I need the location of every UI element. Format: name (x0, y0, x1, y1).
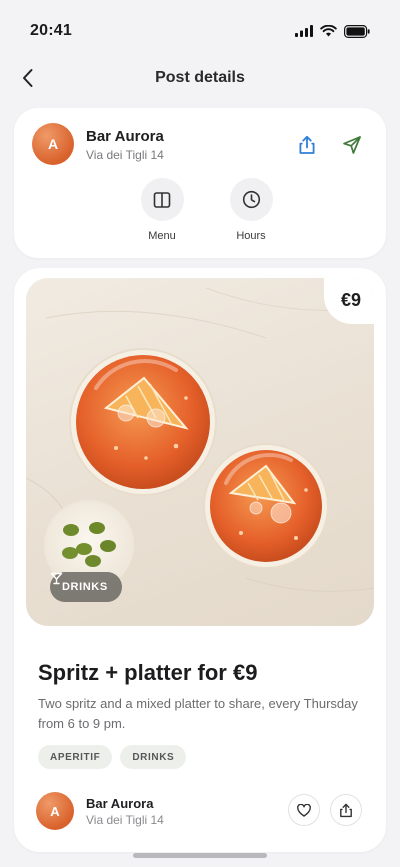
post-image[interactable]: €9 DRINKS (26, 278, 374, 626)
hours-action-circle[interactable] (229, 178, 273, 221)
menu-action[interactable]: Menu (127, 178, 197, 244)
back-button[interactable] (14, 64, 42, 92)
clock-icon (242, 190, 260, 209)
share-icon (299, 135, 315, 154)
author-name[interactable]: Bar Aurora (86, 796, 153, 811)
menu-action-label: Menu (148, 230, 176, 242)
tag-drinks[interactable]: DRINKS (120, 745, 187, 769)
venue-card: A Bar Aurora Via dei Tigli 14 Menu Hours (14, 108, 386, 258)
hours-action[interactable]: Hours (216, 178, 286, 244)
home-indicator (133, 853, 267, 858)
venue-name[interactable]: Bar Aurora (86, 128, 164, 145)
like-button[interactable] (288, 794, 320, 826)
venue-address: Via dei Tigli 14 (86, 148, 164, 162)
share-post-button[interactable] (330, 794, 362, 826)
navigate-arrow-icon (343, 136, 361, 154)
post-card: €9 DRINKS Spritz + platter for €9 Two sp… (14, 268, 386, 852)
wifi-icon (320, 25, 337, 37)
category-chip[interactable]: DRINKS (50, 572, 122, 602)
heart-icon (297, 803, 311, 817)
author-avatar[interactable]: A (36, 792, 74, 830)
nav-bar: Post details (0, 56, 400, 100)
tag-aperitif[interactable]: APERITIF (38, 745, 113, 769)
hours-action-label: Hours (236, 230, 266, 242)
status-time: 20:41 (30, 22, 72, 39)
tag-list: APERITIF DRINKS (38, 745, 187, 769)
post-description: Two spritz and a mixed platter to share,… (38, 696, 358, 731)
menu-action-circle[interactable] (140, 178, 184, 221)
chevron-left-icon (23, 69, 33, 87)
directions-button[interactable] (339, 132, 365, 158)
page-title: Post details (155, 69, 245, 86)
cocktail-glass-icon (50, 572, 63, 585)
signal-icon (295, 25, 313, 37)
status-bar: 20:41 (0, 0, 400, 56)
venue-avatar[interactable]: A (32, 123, 74, 165)
status-icons (295, 24, 370, 38)
post-title: Spritz + platter for €9 (38, 660, 258, 685)
share-venue-button[interactable] (294, 132, 320, 158)
category-chip-label: DRINKS (62, 581, 108, 593)
battery-icon (344, 24, 370, 38)
author-address: Via dei Tigli 14 (86, 813, 164, 827)
book-open-icon (153, 191, 171, 208)
share-icon (340, 803, 352, 817)
